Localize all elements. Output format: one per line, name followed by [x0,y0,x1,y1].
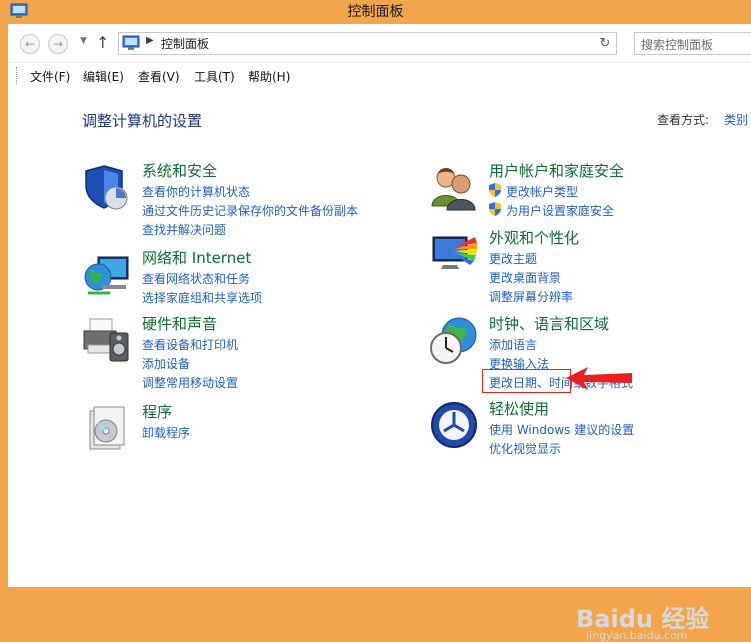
link-recommended-settings[interactable]: 使用 Windows 建议的设置 [489,421,634,438]
link-add-language[interactable]: 添加语言 [489,336,537,353]
network-globe-icon [84,256,129,295]
category-title[interactable]: 系统和安全 [142,160,217,181]
forward-button[interactable]: → [48,34,68,54]
uac-shield-icon [489,202,501,216]
main-content: 调整计算机的设置 查看方式: 类别 系统和安全 查看你的计算机状态 通过文件历史… [8,89,751,642]
annotation-highlight-box [482,369,571,393]
search-input[interactable]: 搜索控制面板 [634,32,751,55]
link-optimize-visual-display[interactable]: 优化视觉显示 [489,440,561,457]
watermark-url: jingyan.baidu.com [586,629,688,642]
appearance-monitor-icon [432,236,477,269]
link-change-theme[interactable]: 更改主题 [489,250,537,267]
menu-view[interactable]: 查看(V) [138,68,180,85]
category-title[interactable]: 时钟、语言和区域 [489,313,609,334]
recent-locations-chevron-icon[interactable]: ▼ [80,36,87,46]
window-title: 控制面板 [347,4,404,20]
annotation-arrow-icon [566,367,632,390]
category-title[interactable]: 硬件和声音 [142,313,217,334]
title-bar: 控制面板 [0,0,751,24]
category-title[interactable]: 网络和 Internet [142,247,251,268]
security-shield-icon [85,165,128,210]
address-bar[interactable]: ▶ 控制面板 ⌄ [118,32,701,55]
breadcrumb-separator-icon[interactable]: ▶ [146,35,154,46]
window-client: ← → ▼ ↑ ▶ 控制面板 ⌄ ↻ 搜索控制面板 文件(F) 编辑(E) 查看… [8,24,751,642]
category-title[interactable]: 轻松使用 [489,398,549,419]
link-mobility-settings[interactable]: 调整常用移动设置 [142,374,238,391]
link-devices-printers[interactable]: 查看设备和打印机 [142,336,238,353]
link-screen-resolution[interactable]: 调整屏幕分辨率 [489,288,573,305]
link-change-account-type[interactable]: 更改帐户类型 [489,183,578,200]
view-by-label: 查看方式: [657,113,710,127]
link-family-safety[interactable]: 为用户设置家庭安全 [489,202,614,219]
menu-grip [16,67,20,85]
link-label[interactable]: 为用户设置家庭安全 [489,204,614,218]
link-network-status[interactable]: 查看网络状态和任务 [142,270,250,287]
search-placeholder: 搜索控制面板 [641,38,714,52]
menu-tools[interactable]: 工具(T) [194,68,235,85]
refresh-button[interactable]: ↻ [594,32,617,55]
page-title: 调整计算机的设置 [82,112,203,130]
navigation-bar: ← → ▼ ↑ ▶ 控制面板 ⌄ ↻ 搜索控制面板 [8,24,751,62]
link-file-history-backup[interactable]: 通过文件历史记录保存你的文件备份副本 [142,202,358,219]
link-desktop-background[interactable]: 更改桌面背景 [489,269,561,286]
link-label[interactable]: 更改帐户类型 [489,185,578,199]
link-uninstall-program[interactable]: 卸载程序 [142,424,190,441]
link-troubleshoot[interactable]: 查找并解决问题 [142,221,226,238]
back-button[interactable]: ← [20,34,40,54]
link-homegroup-sharing[interactable]: 选择家庭组和共享选项 [142,289,262,306]
link-add-device[interactable]: 添加设备 [142,355,190,372]
menu-edit[interactable]: 编辑(E) [83,68,124,85]
menu-file[interactable]: 文件(F) [30,68,70,85]
programs-icon [89,406,125,450]
link-view-computer-status[interactable]: 查看你的计算机状态 [142,183,250,200]
category-title[interactable]: 用户帐户和家庭安全 [489,160,624,181]
view-by-dropdown[interactable]: 类别 [724,111,748,128]
menu-bar: 文件(F) 编辑(E) 查看(V) 工具(T) 帮助(H) [8,62,751,90]
menu-help[interactable]: 帮助(H) [248,68,290,85]
printer-speaker-icon [83,318,129,362]
category-title[interactable]: 程序 [142,401,172,422]
users-icon [431,168,476,211]
clock-globe-icon [430,317,477,364]
breadcrumb[interactable]: 控制面板 [161,35,209,52]
up-arrow-icon[interactable]: ↑ [96,33,109,52]
control-panel-icon [122,35,140,50]
ease-of-access-icon [431,402,477,448]
category-title[interactable]: 外观和个性化 [489,227,579,248]
uac-shield-icon [489,183,501,197]
